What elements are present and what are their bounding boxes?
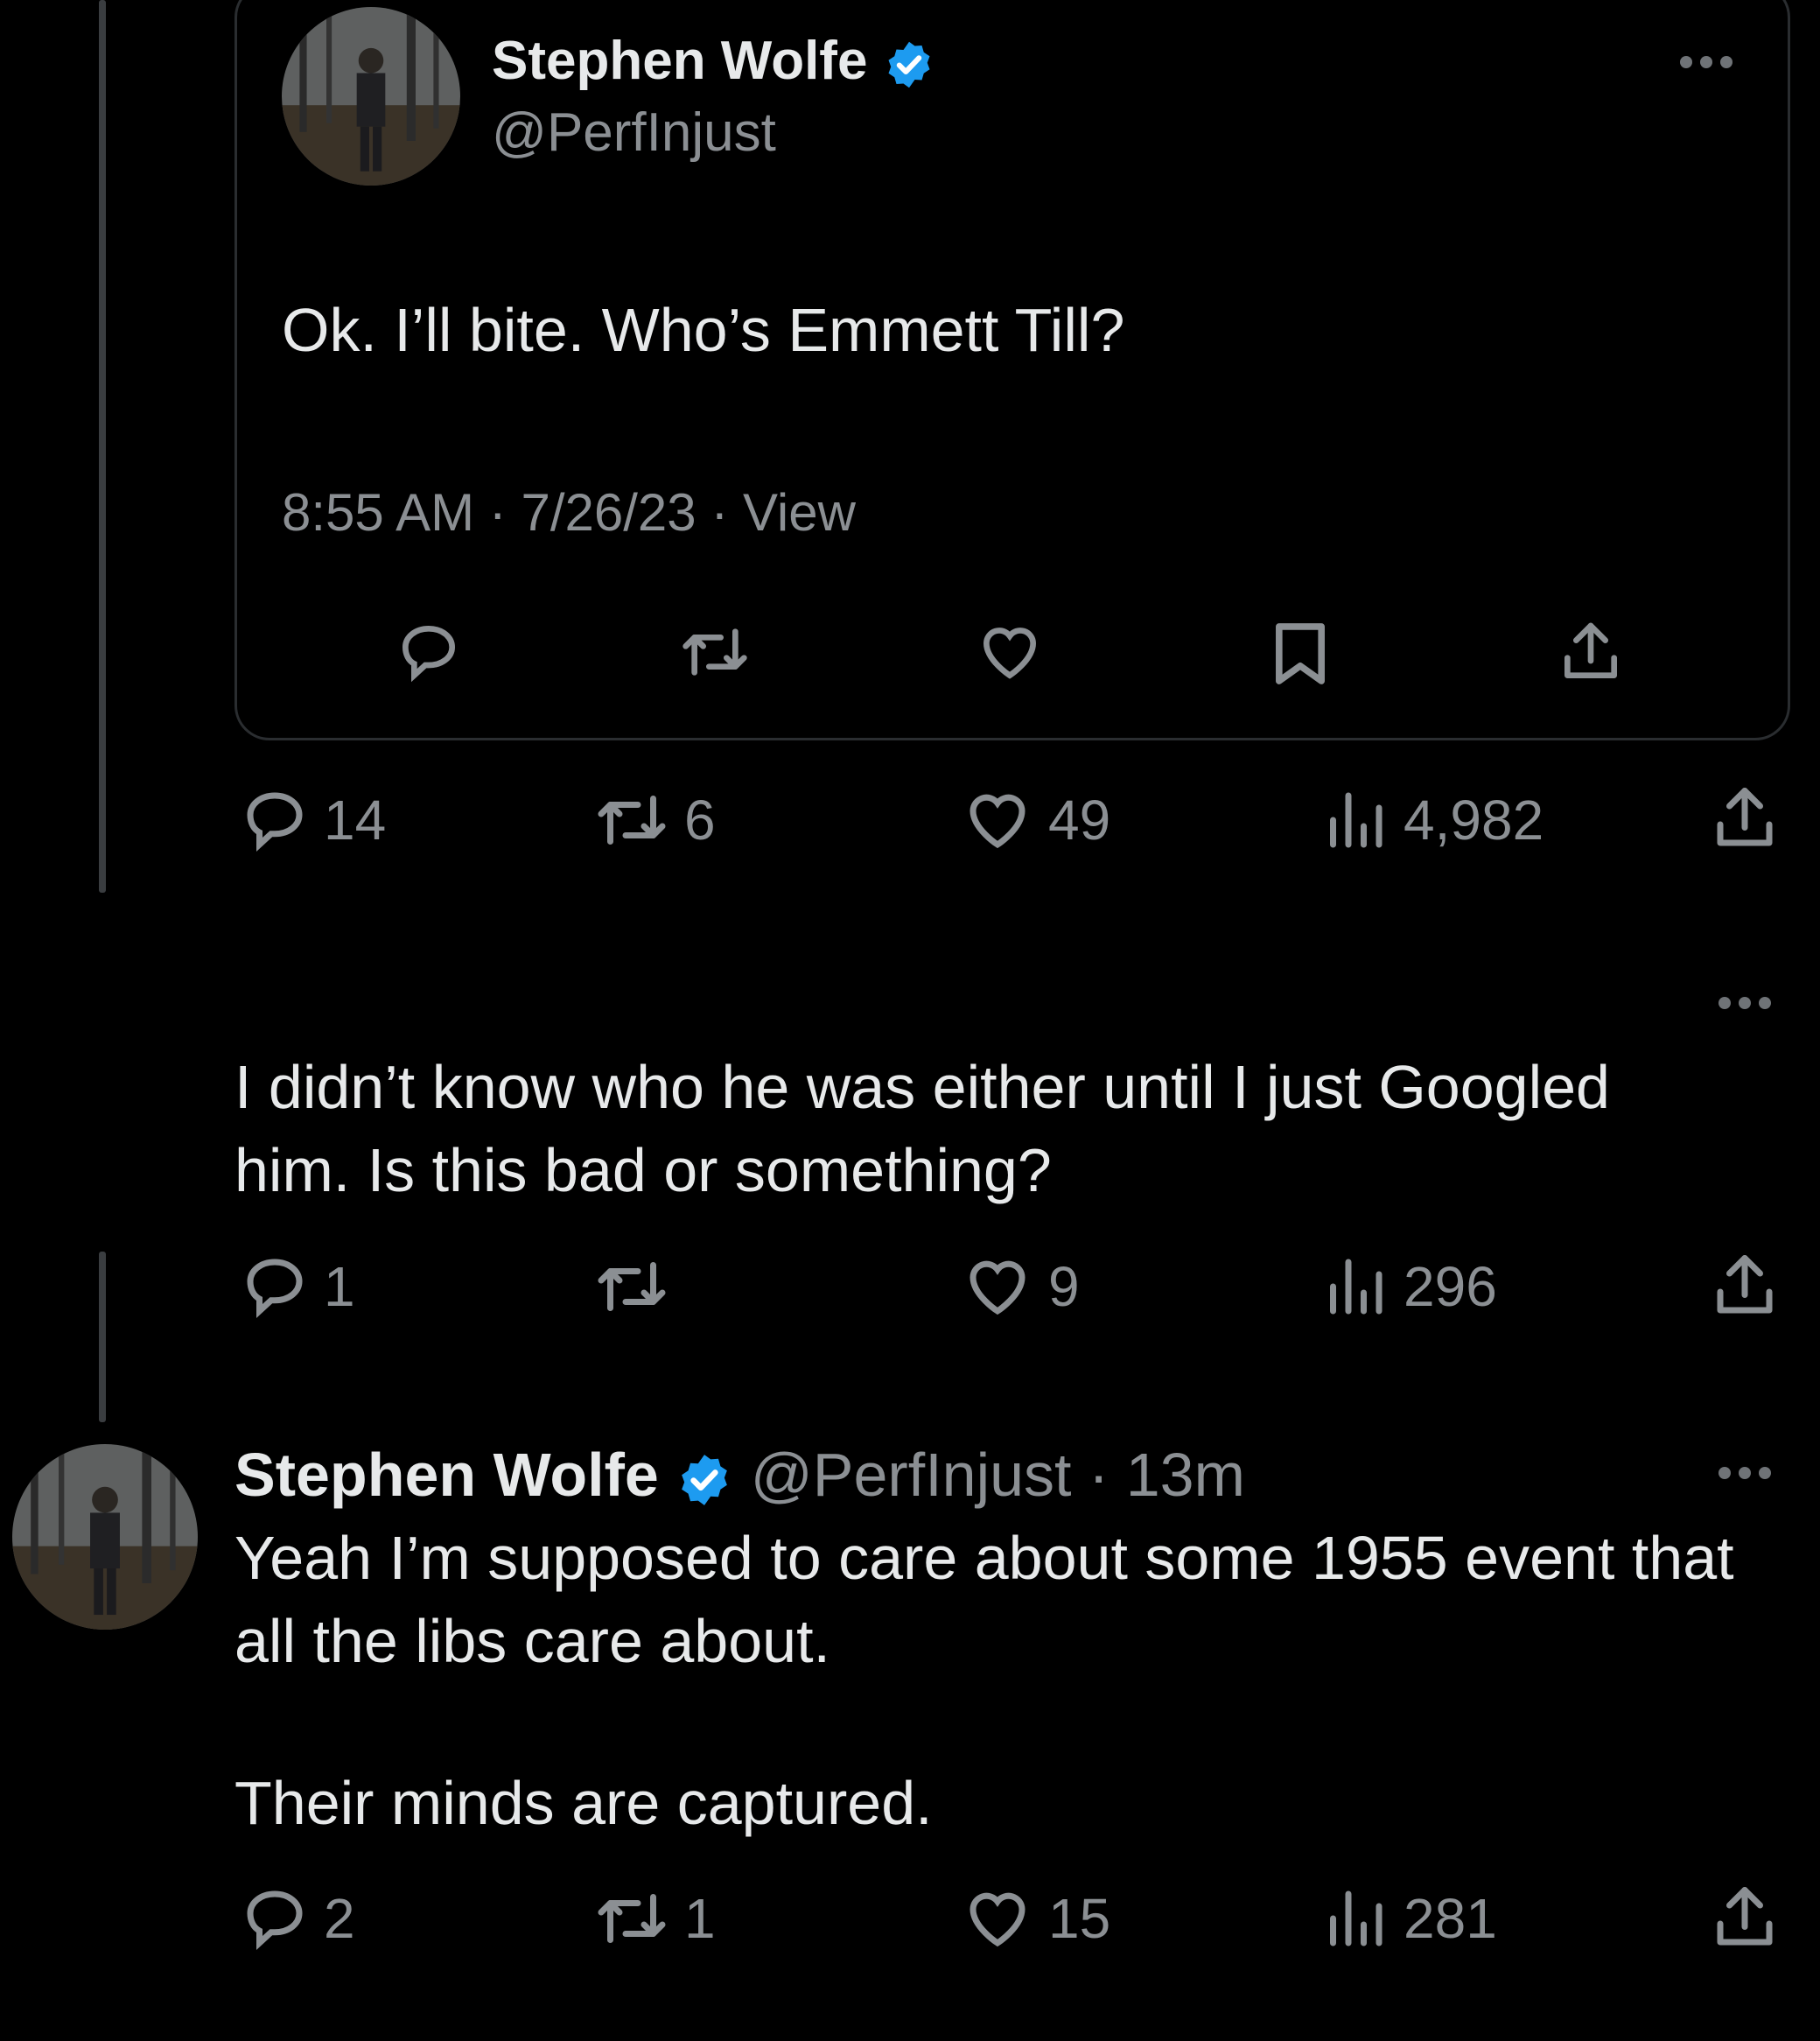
quote-reply-button[interactable]: 14 (238, 783, 386, 857)
final-display-name[interactable]: Stephen Wolfe (234, 1441, 659, 1509)
views-icon (1330, 1890, 1382, 1946)
avatar[interactable] (282, 7, 460, 186)
views-icon (1330, 792, 1382, 848)
views-count: 296 (1404, 1255, 1497, 1318)
quote-retweet-button[interactable]: 6 (592, 783, 716, 857)
reply-count: 1 (324, 1255, 355, 1318)
reply-icon (247, 1259, 303, 1318)
reply-count: 2 (324, 1887, 355, 1950)
reply-retweet-button[interactable] (592, 1250, 684, 1323)
quote-like-button[interactable]: 49 (959, 783, 1110, 857)
views-count: 4,982 (1404, 789, 1544, 852)
heart-icon (970, 1260, 1026, 1315)
retweet-icon (598, 796, 666, 845)
card-retweet-button[interactable] (676, 617, 754, 687)
card-reply-button[interactable] (394, 617, 464, 687)
views-icon (1330, 1259, 1382, 1315)
retweet-count: 6 (684, 789, 716, 852)
quoted-handle[interactable]: @PerfInjust (492, 98, 776, 168)
verified-badge-icon (888, 41, 930, 88)
quote-share-button[interactable] (1708, 779, 1782, 858)
reply-icon (247, 792, 303, 852)
like-count: 15 (1048, 1887, 1111, 1950)
verified-badge-icon (682, 1454, 728, 1505)
card-bookmark-button[interactable] (1267, 617, 1334, 691)
thread-line-top (99, 0, 106, 893)
quoted-display-name-text: Stephen Wolfe (492, 31, 868, 91)
bookmark-icon (1276, 623, 1325, 684)
retweet-icon (682, 628, 747, 676)
final-share-button[interactable] (1708, 1878, 1782, 1957)
final-tweet-header: Stephen Wolfe @PerfInjust · 13m (234, 1438, 1245, 1511)
reply-views-button[interactable]: 296 (1318, 1250, 1497, 1323)
final-time[interactable]: · 13m (1088, 1441, 1245, 1509)
heart-icon (970, 1892, 1026, 1947)
reply-like-button[interactable]: 9 (959, 1250, 1080, 1323)
views-count: 281 (1404, 1887, 1497, 1950)
card-like-button[interactable] (973, 617, 1046, 687)
share-icon (1717, 1887, 1773, 1946)
thread-line-middle (99, 1252, 106, 1422)
retweet-icon (598, 1894, 666, 1943)
final-reply-button[interactable]: 2 (238, 1882, 355, 1955)
final-like-button[interactable]: 15 (959, 1882, 1110, 1955)
quoted-display-name[interactable]: Stephen Wolfe (492, 26, 935, 96)
heart-icon (983, 628, 1037, 679)
reply-reply-button[interactable]: 1 (238, 1250, 355, 1323)
reply-more-icon[interactable] (1718, 997, 1771, 1009)
avatar-photo-icon (12, 1444, 198, 1630)
reply-count: 14 (324, 789, 387, 852)
retweet-icon (598, 1262, 666, 1311)
final-tweet-text-1: Yeah I’m supposed to care about some 195… (234, 1524, 1734, 1675)
avatar[interactable] (12, 1444, 198, 1630)
final-more-icon[interactable] (1718, 1467, 1771, 1479)
final-views-button[interactable]: 281 (1318, 1882, 1497, 1955)
card-share-button[interactable] (1556, 617, 1626, 687)
heart-icon (970, 794, 1026, 849)
share-icon (1717, 788, 1773, 846)
quoted-tweet-text: Ok. I’ll bite. Who’s Emmett Till? (282, 296, 1125, 364)
retweet-count: 1 (684, 1887, 716, 1950)
like-count: 49 (1048, 789, 1111, 852)
final-retweet-button[interactable]: 1 (592, 1882, 716, 1955)
like-count: 9 (1048, 1255, 1080, 1318)
reply-icon (247, 1890, 303, 1950)
quote-views-button[interactable]: 4,982 (1318, 783, 1544, 857)
final-handle[interactable]: @PerfInjust (751, 1441, 1072, 1509)
reply-icon (402, 625, 456, 683)
share-icon (1717, 1255, 1773, 1314)
avatar-photo-icon (282, 7, 460, 186)
quoted-more-icon[interactable] (1680, 56, 1732, 68)
reply-tweet-text: I didn’t know who he was either until I … (234, 1053, 1610, 1204)
quoted-tweet-meta: 8:55 AM · 7/26/23 · View (282, 483, 856, 542)
final-tweet-text-2: Their minds are captured. (234, 1769, 933, 1837)
share-icon (1564, 622, 1617, 678)
reply-share-button[interactable] (1708, 1246, 1782, 1325)
